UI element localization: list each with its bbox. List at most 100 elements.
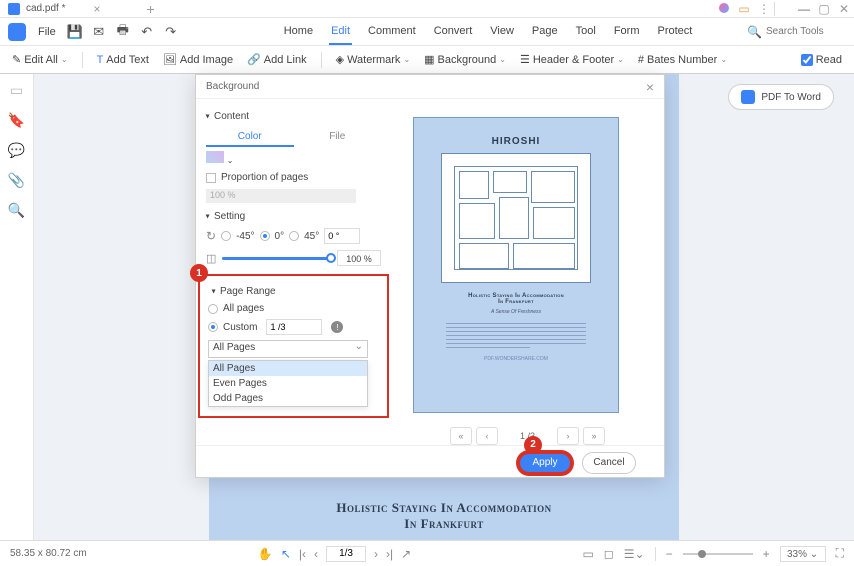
- custom-radio[interactable]: Custom !: [208, 319, 379, 335]
- info-icon[interactable]: !: [331, 321, 343, 333]
- preview-tagline: A Sense Of Freshness: [428, 309, 604, 315]
- dropdown-item-even[interactable]: Even Pages: [209, 376, 367, 391]
- notification-icon[interactable]: ▭: [734, 2, 754, 16]
- custom-range-input[interactable]: [266, 319, 322, 335]
- next-page-icon[interactable]: ›: [374, 547, 378, 561]
- zoom-thumb[interactable]: [698, 550, 706, 558]
- add-tab-icon[interactable]: +: [141, 1, 161, 17]
- floorplan-image: [441, 153, 591, 283]
- fullscreen-icon[interactable]: ⛶: [836, 546, 844, 561]
- menu-convert[interactable]: Convert: [432, 19, 475, 45]
- proportion-checkbox[interactable]: Proportion of pages: [206, 172, 381, 183]
- rotate-icon[interactable]: ↻: [206, 229, 216, 243]
- mail-icon[interactable]: ✉: [88, 24, 110, 40]
- slider-thumb[interactable]: [326, 253, 336, 263]
- comment-icon[interactable]: 💬: [9, 142, 25, 158]
- opacity-value[interactable]: 100 %: [337, 250, 381, 266]
- undo-icon[interactable]: ↶: [136, 24, 158, 40]
- prev-page-icon[interactable]: ‹: [314, 547, 318, 561]
- save-icon[interactable]: 💾: [64, 24, 86, 40]
- background-icon: ▦: [424, 53, 434, 66]
- jump-icon[interactable]: ↗: [401, 547, 411, 561]
- bookmark-icon[interactable]: 🔖: [9, 112, 25, 128]
- zoom-slider[interactable]: [683, 553, 753, 555]
- search-panel-icon[interactable]: 🔍: [9, 202, 25, 218]
- content-section-header[interactable]: Content: [206, 111, 381, 122]
- menu-protect[interactable]: Protect: [655, 19, 694, 45]
- angle-neg45-radio[interactable]: [221, 231, 231, 241]
- link-icon: 🔗: [247, 53, 261, 66]
- header-footer-button[interactable]: ☰ Header & Footer ⌄: [520, 53, 624, 66]
- setting-section-header[interactable]: Setting: [206, 211, 381, 222]
- single-page-icon[interactable]: ◻: [604, 547, 614, 561]
- color-swatch-icon: [206, 151, 224, 163]
- page-range-dropdown[interactable]: All Pages: [208, 340, 368, 358]
- attachment-icon[interactable]: 📎: [9, 172, 25, 188]
- minimize-icon[interactable]: —: [794, 2, 814, 16]
- print-icon[interactable]: 🖶: [112, 21, 134, 43]
- menu-page[interactable]: Page: [530, 19, 560, 45]
- read-cb-input[interactable]: [801, 54, 813, 66]
- zoom-in-icon[interactable]: +: [763, 547, 770, 561]
- dialog-left-panel: Content Color File ⌄ Proportion of pages…: [196, 99, 391, 445]
- edit-all-button[interactable]: ✎ Edit All ⌄: [12, 53, 68, 66]
- document-tab[interactable]: cad.pdf *: [0, 3, 73, 15]
- zoom-out-icon[interactable]: −: [666, 547, 673, 561]
- pdf-to-word-button[interactable]: PDF To Word: [728, 84, 834, 110]
- nav-prev-icon[interactable]: ‹: [476, 427, 498, 445]
- hand-tool-icon[interactable]: ✋: [258, 547, 273, 561]
- dropdown-item-odd[interactable]: Odd Pages: [209, 391, 367, 406]
- color-picker[interactable]: ⌄: [206, 151, 381, 166]
- divider: [655, 547, 656, 561]
- add-link-button[interactable]: 🔗 Add Link: [247, 53, 307, 66]
- dialog-close-icon[interactable]: ×: [646, 79, 654, 95]
- cancel-button[interactable]: Cancel: [582, 452, 636, 474]
- chevron-down-icon: ⌄: [499, 55, 506, 64]
- color-theme-icon[interactable]: [714, 2, 734, 16]
- select-tool-icon[interactable]: ↖: [281, 547, 291, 561]
- dropdown-item-all[interactable]: All Pages: [209, 361, 367, 376]
- zoom-value[interactable]: 33% ⌄: [780, 546, 826, 562]
- all-pages-radio[interactable]: All pages: [208, 303, 379, 314]
- read-checkbox[interactable]: Read: [801, 54, 842, 66]
- menu-comment[interactable]: Comment: [366, 19, 418, 45]
- last-page-icon[interactable]: ›|: [386, 547, 393, 561]
- menu-form[interactable]: Form: [612, 19, 642, 45]
- angle-input[interactable]: [324, 228, 360, 244]
- add-image-button[interactable]: 🖼 Add Image: [163, 53, 233, 66]
- menu-home[interactable]: Home: [282, 19, 315, 45]
- nav-first-icon[interactable]: «: [450, 427, 472, 445]
- background-button[interactable]: ▦ Background ⌄: [424, 53, 506, 66]
- menubar: File 💾 ✉ 🖶 ↶ ↷ Home Edit Comment Convert…: [0, 18, 854, 46]
- angle-pos45-radio[interactable]: [289, 231, 299, 241]
- first-page-icon[interactable]: |‹: [299, 547, 306, 561]
- search-tools-input[interactable]: [766, 26, 846, 37]
- page-number-input[interactable]: [326, 546, 366, 562]
- more-icon[interactable]: ⋮: [754, 2, 774, 16]
- color-tab[interactable]: Color: [206, 128, 294, 147]
- apply-button[interactable]: Apply: [518, 452, 572, 474]
- redo-icon[interactable]: ↷: [160, 24, 182, 40]
- angle-zero-radio[interactable]: [260, 231, 270, 241]
- nav-last-icon[interactable]: »: [583, 427, 605, 445]
- close-tab-icon[interactable]: ×: [73, 2, 140, 16]
- edit-icon: ✎: [12, 53, 21, 66]
- file-tab[interactable]: File: [294, 128, 382, 147]
- nav-next-icon[interactable]: ›: [557, 427, 579, 445]
- thumbnails-icon[interactable]: ▭: [9, 82, 25, 98]
- maximize-icon[interactable]: ▢: [814, 2, 834, 16]
- watermark-button[interactable]: ◈ Watermark ⌄: [336, 53, 411, 66]
- menu-edit[interactable]: Edit: [329, 19, 352, 45]
- file-menu[interactable]: File: [32, 26, 62, 38]
- scroll-mode-icon[interactable]: ☰⌄: [624, 547, 645, 561]
- radio-icon: [208, 322, 218, 332]
- menu-view[interactable]: View: [488, 19, 516, 45]
- bates-number-button[interactable]: # Bates Number ⌄: [638, 54, 727, 66]
- window-close-icon[interactable]: ✕: [834, 2, 854, 16]
- chevron-down-icon: ⌄: [617, 55, 624, 64]
- add-text-button[interactable]: T Add Text: [97, 54, 149, 66]
- menu-tool[interactable]: Tool: [574, 19, 598, 45]
- opacity-slider[interactable]: [222, 257, 331, 260]
- fit-width-icon[interactable]: ▭: [582, 547, 593, 561]
- page-range-header[interactable]: Page Range: [212, 286, 381, 297]
